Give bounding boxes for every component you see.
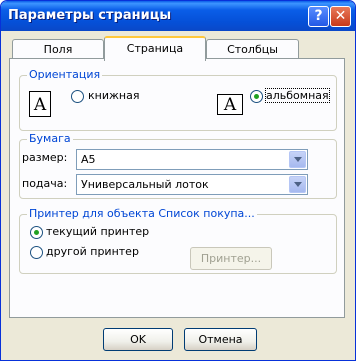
orientation-group: Ориентация A книжная A альбомная — [19, 68, 337, 131]
orientation-legend: Ориентация — [27, 68, 103, 81]
page-setup-dialog: Параметры страницы ? ✕ Поля Страница Сто… — [0, 0, 356, 361]
paper-size-select[interactable]: A5 — [76, 149, 308, 170]
current-printer-radio[interactable] — [30, 226, 43, 239]
paper-size-label: размер: — [22, 151, 68, 164]
close-button[interactable]: ✕ — [330, 6, 351, 27]
portrait-label[interactable]: книжная — [88, 89, 139, 102]
landscape-label[interactable]: альбомная — [265, 88, 330, 103]
paper-group: Бумага размер: A5 подача: Универсальный … — [19, 132, 337, 199]
portrait-radio[interactable] — [71, 90, 84, 103]
paper-size-value: A5 — [81, 153, 96, 166]
tab-panel-page: Ориентация A книжная A альбомная Бумага … — [9, 58, 345, 318]
ok-button[interactable]: OK — [103, 328, 173, 351]
portrait-page-icon: A — [29, 91, 51, 117]
other-printer-radio[interactable] — [30, 246, 43, 259]
paper-feed-select[interactable]: Универсальный лоток — [76, 174, 308, 195]
tab-columns[interactable]: Столбцы — [206, 39, 299, 59]
landscape-page-icon: A — [217, 94, 243, 115]
current-printer-label[interactable]: текущий принтер — [46, 225, 149, 238]
help-button[interactable]: ? — [308, 6, 329, 27]
title-bar: Параметры страницы ? ✕ — [1, 1, 355, 31]
printer-button[interactable]: Принтер... — [190, 247, 272, 270]
landscape-radio[interactable] — [250, 90, 263, 103]
chevron-down-icon[interactable] — [289, 151, 306, 168]
tab-page[interactable]: Страница — [104, 36, 206, 61]
paper-feed-value: Универсальный лоток — [81, 178, 209, 191]
printer-group: Принтер для объекта Список покупа... тек… — [19, 207, 337, 274]
chevron-down-icon[interactable] — [289, 176, 306, 193]
window-title: Параметры страницы — [8, 8, 172, 23]
paper-feed-label: подача: — [22, 177, 68, 190]
other-printer-label[interactable]: другой принтер — [46, 245, 139, 258]
paper-legend: Бумага — [27, 132, 73, 145]
tab-fields[interactable]: Поля — [12, 39, 104, 59]
printer-legend: Принтер для объекта Список покупа... — [27, 207, 257, 220]
cancel-button[interactable]: Отмена — [184, 328, 257, 351]
